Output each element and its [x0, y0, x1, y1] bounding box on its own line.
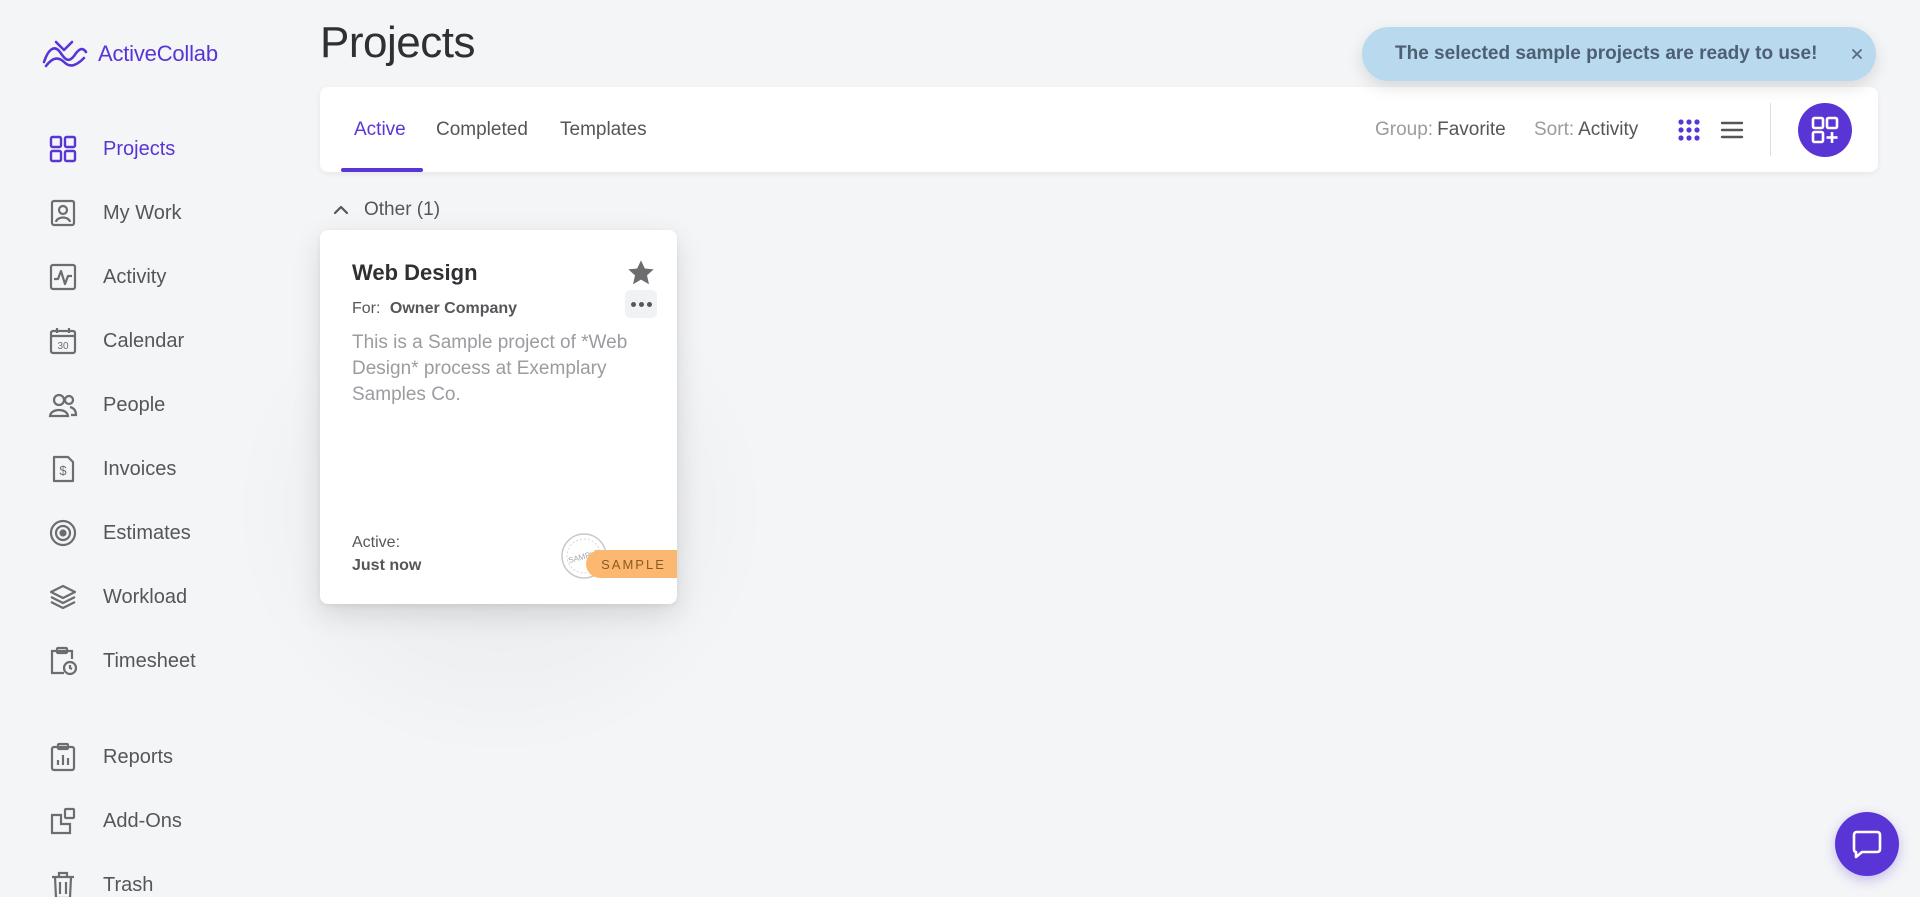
- group-by-label: Group:: [1375, 118, 1434, 140]
- add-ons-icon: [48, 806, 78, 836]
- grid-view-button[interactable]: [1674, 115, 1704, 145]
- group-by-value: Favorite: [1437, 118, 1506, 140]
- activity-value: Just now: [352, 557, 422, 574]
- sample-badge: SAMPLE: [586, 550, 677, 578]
- timesheet-icon: [48, 646, 78, 676]
- close-icon[interactable]: [1845, 42, 1869, 66]
- reports-icon: [48, 742, 78, 772]
- brand-name: ActiveCollab: [98, 41, 218, 66]
- sort-by-dropdown[interactable]: Sort: Activity: [1534, 87, 1638, 172]
- sidebar-item-my-work[interactable]: My Work: [48, 196, 182, 230]
- sidebar-item-trash[interactable]: Trash: [48, 868, 153, 897]
- chevron-up-icon: [333, 205, 349, 215]
- more-options-button[interactable]: [625, 290, 657, 318]
- trash-icon: [48, 870, 78, 897]
- toast-message: The selected sample projects are ready t…: [1395, 43, 1818, 64]
- list-icon: [1720, 121, 1744, 139]
- project-description: This is a Sample project of *Web Design*…: [352, 332, 628, 405]
- projects-toolbar: Active Completed Templates Group: Favori…: [320, 87, 1878, 172]
- sidebar-item-label: My Work: [103, 201, 182, 224]
- more-dot-icon: [630, 301, 636, 307]
- sidebar-item-people[interactable]: People: [48, 388, 165, 422]
- chat-bubble-icon: [1852, 830, 1882, 859]
- tab-completed[interactable]: Completed: [436, 87, 528, 172]
- sidebar-item-reports[interactable]: Reports: [48, 740, 173, 774]
- sidebar-item-label: Timesheet: [103, 649, 196, 672]
- sidebar-item-label: Estimates: [103, 521, 191, 544]
- sidebar-item-label: Add-Ons: [103, 809, 182, 832]
- sidebar-item-timesheet[interactable]: Timesheet: [48, 644, 196, 678]
- sort-by-value: Activity: [1578, 118, 1639, 140]
- sidebar-item-activity[interactable]: Activity: [48, 260, 166, 294]
- active-tab-indicator: [341, 168, 423, 172]
- chat-support-button[interactable]: [1835, 812, 1899, 876]
- group-label: Other (1): [364, 199, 441, 220]
- sidebar-item-estimates[interactable]: Estimates: [48, 516, 191, 550]
- project-title[interactable]: Web Design: [352, 260, 478, 286]
- activity-label: Active:: [352, 534, 401, 551]
- invoice-icon: $: [48, 454, 78, 484]
- activecollab-logo-icon: [42, 40, 88, 68]
- sidebar-item-label: Projects: [103, 137, 176, 160]
- sidebar-item-label: Invoices: [103, 457, 177, 480]
- page-title: Projects: [320, 18, 475, 67]
- sort-by-label: Sort:: [1534, 118, 1575, 140]
- sidebar-item-label: Calendar: [103, 329, 185, 352]
- favorite-star-icon[interactable]: [625, 257, 657, 289]
- dots-grid-icon: [1678, 119, 1700, 141]
- grid-icon: [48, 134, 78, 164]
- add-project-button[interactable]: [1798, 103, 1852, 157]
- sidebar-item-calendar[interactable]: 30 Calendar: [48, 324, 184, 358]
- target-icon: [48, 518, 78, 548]
- tab-templates[interactable]: Templates: [560, 87, 647, 172]
- tab-active[interactable]: Active: [354, 87, 406, 172]
- add-grid-icon: [1811, 116, 1839, 144]
- project-card[interactable]: Web Design For: Owner Company This is a …: [320, 230, 677, 604]
- group-toggle-other[interactable]: Other (1): [332, 196, 440, 224]
- activity-icon: [48, 262, 78, 292]
- sidebar-item-label: People: [103, 393, 166, 416]
- layers-icon: [48, 582, 78, 612]
- people-icon: [48, 390, 78, 420]
- project-client: For: Owner Company: [352, 300, 517, 318]
- brand-logo[interactable]: ActiveCollab: [42, 34, 218, 74]
- client-name: Owner Company: [389, 300, 518, 317]
- client-label: For:: [352, 300, 381, 317]
- sidebar-item-workload[interactable]: Workload: [48, 580, 187, 614]
- sidebar-item-invoices[interactable]: $ Invoices: [48, 452, 176, 486]
- svg-text:30: 30: [57, 341, 69, 352]
- my-work-icon: [48, 198, 78, 228]
- list-view-button[interactable]: [1717, 115, 1747, 145]
- sidebar-item-label: Workload: [103, 585, 188, 608]
- sidebar-item-label: Reports: [103, 745, 174, 768]
- svg-text:$: $: [59, 463, 67, 478]
- sidebar-item-label: Activity: [103, 265, 167, 288]
- calendar-icon: 30: [48, 326, 78, 356]
- sidebar-item-projects[interactable]: Projects: [48, 132, 175, 166]
- group-by-dropdown[interactable]: Group: Favorite: [1375, 87, 1506, 172]
- notification-toast: The selected sample projects are ready t…: [1362, 27, 1876, 81]
- sidebar-item-add-ons[interactable]: Add-Ons: [48, 804, 182, 838]
- sidebar-item-label: Trash: [103, 873, 154, 896]
- more-dot-icon: [638, 301, 644, 307]
- toolbar-divider: [1770, 103, 1771, 156]
- more-dot-icon: [646, 301, 652, 307]
